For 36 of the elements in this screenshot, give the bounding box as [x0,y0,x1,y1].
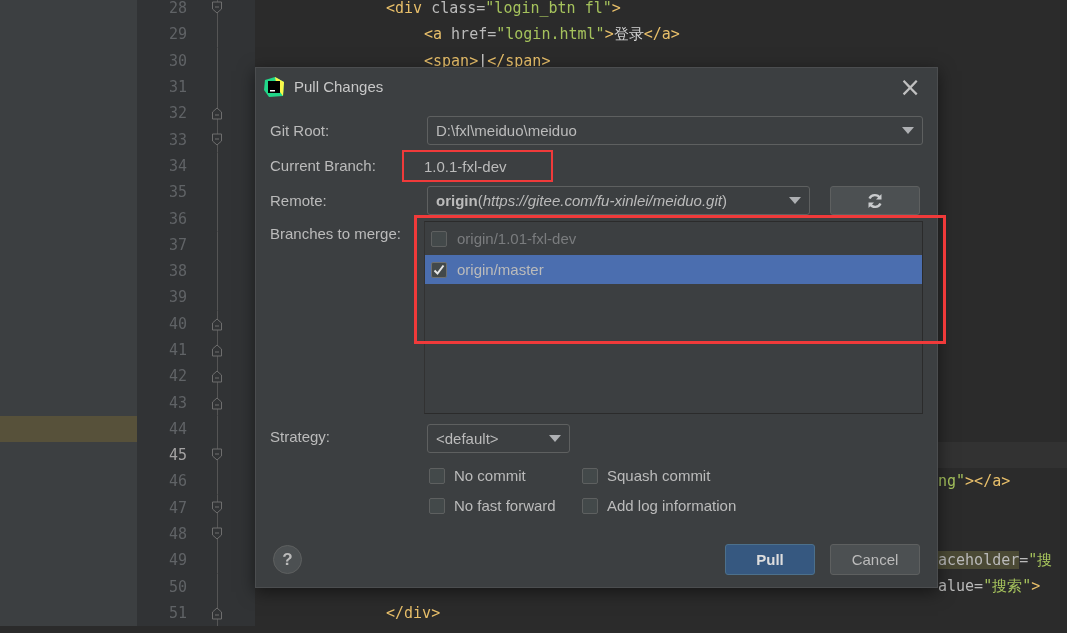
dialog-title: Pull Changes [294,78,384,95]
refresh-icon [866,191,884,210]
code-line: aceholder="搜 [938,550,1053,570]
fold-icon[interactable] [211,499,223,516]
caret-icon [902,126,914,135]
remote-dropdown[interactable]: origin(https://gitee.com/fu-xinlei/meiduo.git) [427,186,810,215]
option-checkbox[interactable]: No fast forward [427,497,580,514]
caret-icon [789,196,801,205]
checkbox[interactable] [431,261,447,278]
app-icon [263,75,285,98]
field-label: Branches to merge: [270,225,402,242]
code-line: <a href="login.html">登录</a> [424,24,680,44]
option-checkbox[interactable]: Squash commit [580,467,741,484]
code-line: </div> [386,603,441,622]
git-root-dropdown[interactable]: D:\fxl\meiduo\meiduo [427,116,923,145]
refresh-button[interactable] [830,186,920,215]
fold-icon[interactable] [211,105,223,122]
option-checkbox[interactable]: No commit [427,467,580,484]
fold-icon[interactable] [211,131,223,148]
field-label: Strategy: [270,428,332,445]
line-number: 45 [167,446,187,465]
fold-icon[interactable] [211,342,223,358]
help-button[interactable]: ? [273,545,302,574]
cancel-button[interactable]: Cancel [830,544,920,575]
close-button[interactable]: × [897,73,923,100]
field-label: Current Branch: [270,157,377,174]
code-line: ng"></a> [938,472,1011,491]
current-branch-value: 1.0.1-fxl-dev [402,149,553,182]
code-line: <div class="login_btn fl"> [386,0,621,18]
strategy-dropdown[interactable]: <default> [427,424,570,453]
code-line: alue="搜索"> [938,577,1041,597]
field-label: Git Root: [270,122,331,139]
field-label: Remote: [270,192,328,209]
fold-icon[interactable] [211,368,223,385]
pull-button[interactable]: Pull [725,544,815,575]
option-checkbox[interactable]: Add log information [580,497,741,514]
